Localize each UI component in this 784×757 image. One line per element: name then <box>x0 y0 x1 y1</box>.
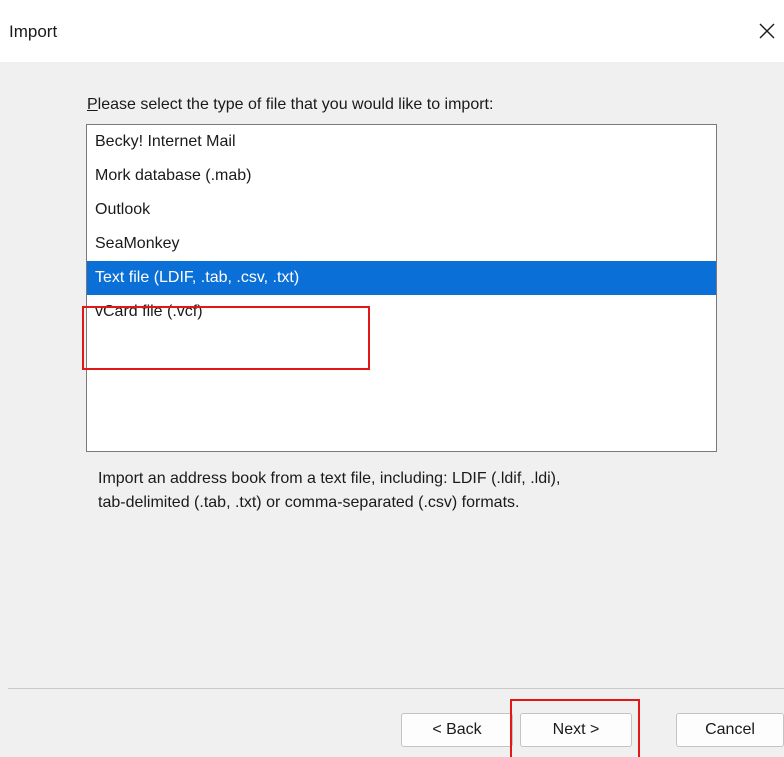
list-item-seamonkey[interactable]: SeaMonkey <box>87 227 716 261</box>
description-line-2: tab-delimited (.tab, .txt) or comma-sepa… <box>98 494 520 511</box>
dialog-content: Please select the type of file that you … <box>0 62 784 688</box>
next-button[interactable]: Next > <box>520 713 632 747</box>
list-item-becky[interactable]: Becky! Internet Mail <box>87 125 716 159</box>
back-button[interactable]: < Back <box>401 713 513 747</box>
list-item-mork[interactable]: Mork database (.mab) <box>87 159 716 193</box>
import-dialog: Import Please select the type of file th… <box>0 0 784 757</box>
button-bar: < Back Next > Cancel <box>0 689 784 757</box>
list-item-outlook[interactable]: Outlook <box>87 193 716 227</box>
prompt-accelerator: P <box>87 96 98 113</box>
prompt-label: Please select the type of file that you … <box>87 96 493 114</box>
list-item-vcard[interactable]: vCard file (.vcf) <box>87 295 716 329</box>
close-icon <box>759 23 775 39</box>
description-line-1: Import an address book from a text file,… <box>98 470 561 487</box>
window-title: Import <box>9 22 58 41</box>
top-strip <box>0 0 784 6</box>
file-type-description: Import an address book from a text file,… <box>98 467 698 515</box>
close-button[interactable] <box>750 14 784 48</box>
prompt-text: lease select the type of file that you w… <box>97 96 494 113</box>
file-type-list[interactable]: Becky! Internet Mail Mork database (.mab… <box>86 124 717 452</box>
title-bar: Import <box>0 0 784 62</box>
cancel-button[interactable]: Cancel <box>676 713 784 747</box>
list-item-text-file[interactable]: Text file (LDIF, .tab, .csv, .txt) <box>87 261 716 295</box>
